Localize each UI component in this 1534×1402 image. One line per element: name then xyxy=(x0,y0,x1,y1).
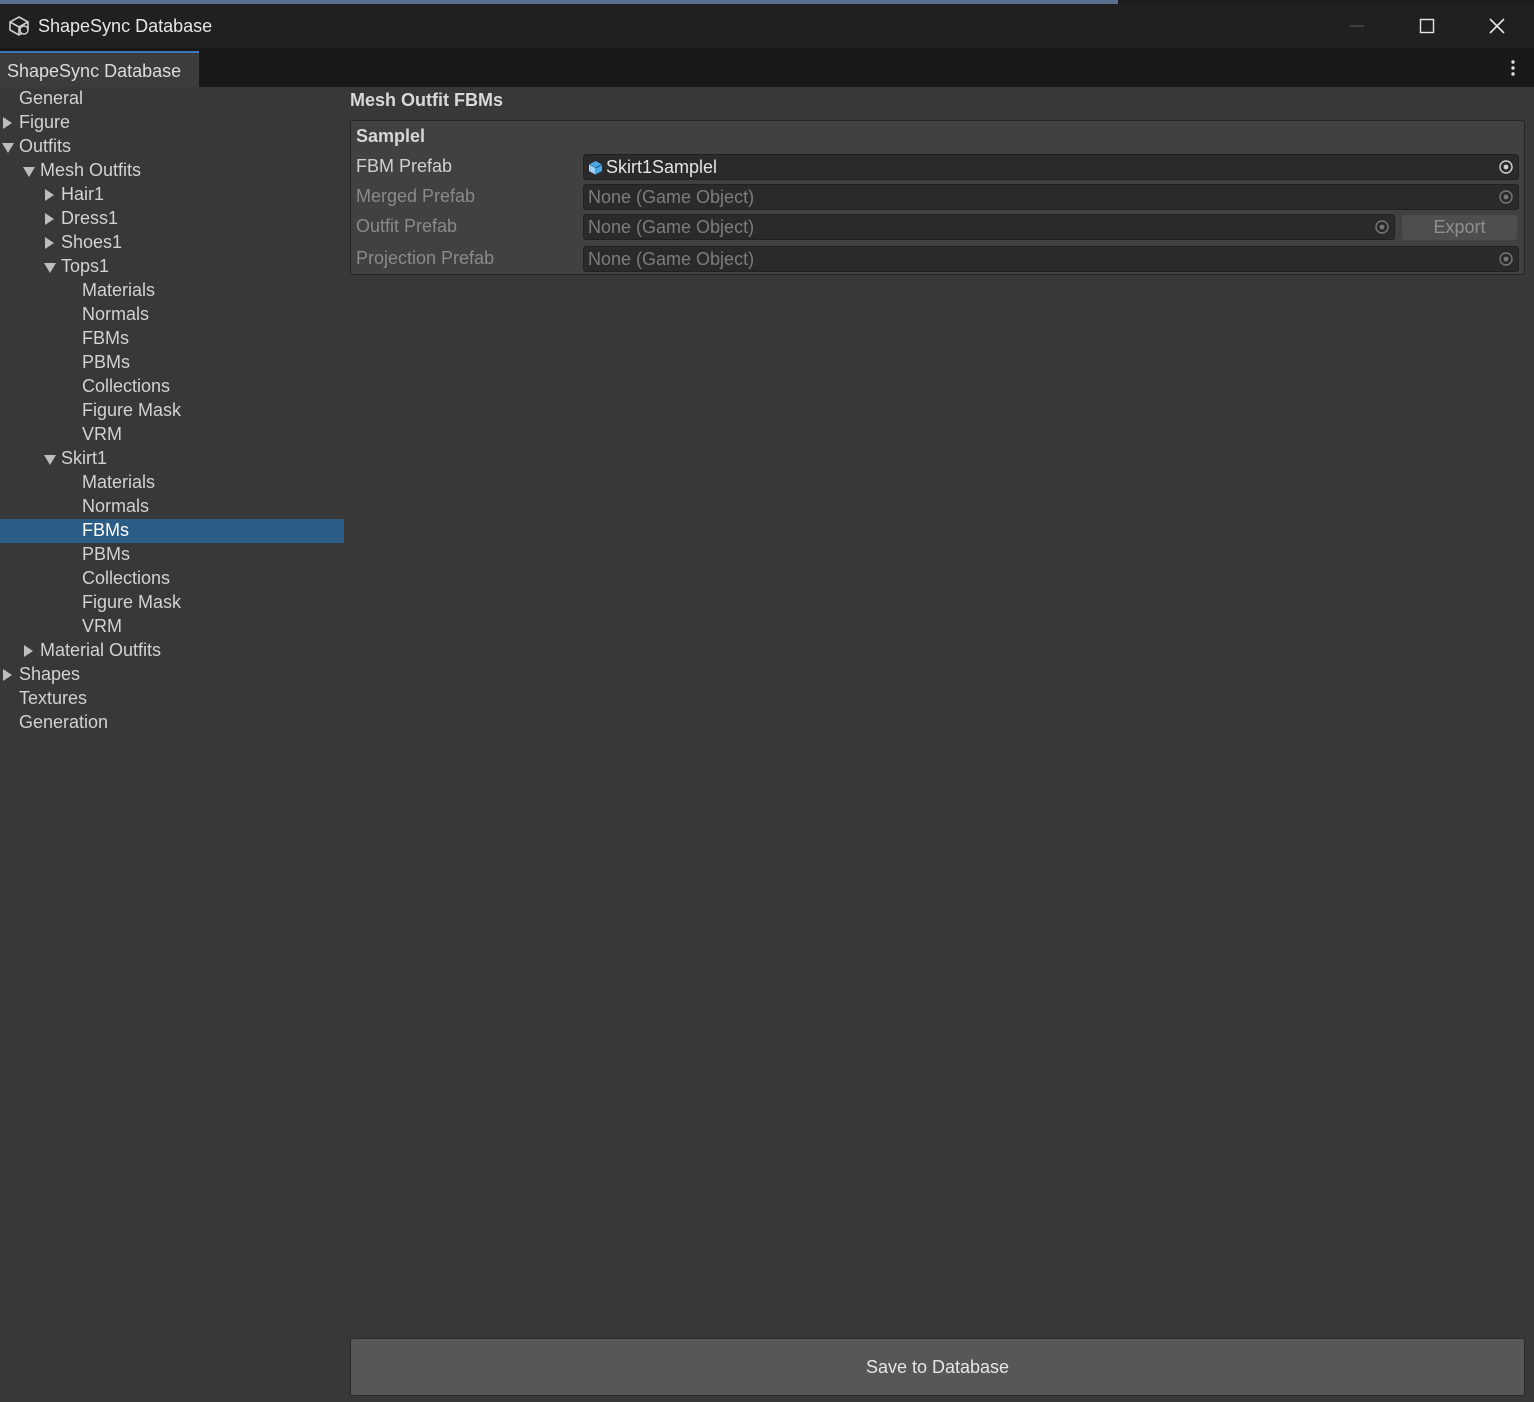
expand-arrow-icon[interactable] xyxy=(24,645,33,657)
fbm-prefab-label: FBM Prefab xyxy=(356,156,453,176)
sidebar-item-hair1[interactable]: Hair1 xyxy=(0,183,344,207)
collapse-arrow-icon[interactable] xyxy=(2,143,14,153)
sidebar-item-skirt1-figure-mask[interactable]: Figure Mask xyxy=(0,591,344,615)
sidebar-tree: General Figure Outfits Mesh Outfits Hair… xyxy=(0,87,344,1402)
outfit-prefab-value: None (Game Object) xyxy=(588,217,755,237)
sidebar-item-label: Outfits xyxy=(19,136,72,156)
sidebar-item-label: FBMs xyxy=(82,328,129,348)
sidebar-item-label: Collections xyxy=(82,376,171,396)
collapse-arrow-icon[interactable] xyxy=(44,263,56,273)
sidebar-item-label: Figure Mask xyxy=(82,400,182,420)
sidebar-item-tops1-collections[interactable]: Collections xyxy=(0,375,344,399)
sidebar-item-skirt1[interactable]: Skirt1 xyxy=(0,447,344,471)
sidebar-item-label: VRM xyxy=(82,616,122,636)
collapse-arrow-icon[interactable] xyxy=(44,455,56,465)
sidebar-item-material-outfits[interactable]: Material Outfits xyxy=(0,639,344,663)
expand-arrow-icon[interactable] xyxy=(45,213,54,225)
sidebar-item-tops1-figure-mask[interactable]: Figure Mask xyxy=(0,399,344,423)
title-bar[interactable]: ShapeSync Database xyxy=(0,4,1534,48)
projection-prefab-label: Projection Prefab xyxy=(356,248,495,268)
sidebar-item-label: Skirt1 xyxy=(61,448,108,468)
sidebar-item-label: Materials xyxy=(82,280,156,300)
sidebar-item-label: Shoes1 xyxy=(61,232,123,252)
sidebar-item-label: Shapes xyxy=(19,664,81,684)
sidebar-item-label: Mesh Outfits xyxy=(40,160,142,180)
fbm-prefab-value: Skirt1Samplel xyxy=(606,157,718,177)
unity-cube-icon xyxy=(9,16,29,36)
sidebar-item-skirt1-normals[interactable]: Normals xyxy=(0,495,344,519)
sidebar-item-label: PBMs xyxy=(82,544,131,564)
sidebar-item-label: FBMs xyxy=(82,520,129,540)
card-title: Samplel xyxy=(356,126,426,146)
sidebar-item-tops1-normals[interactable]: Normals xyxy=(0,303,344,327)
sidebar-item-label: General xyxy=(19,88,84,108)
sidebar-item-skirt1-fbms[interactable]: FBMs xyxy=(0,519,344,543)
sidebar-item-skirt1-materials[interactable]: Materials xyxy=(0,471,344,495)
fbm-prefab-field[interactable]: Skirt1Samplel xyxy=(583,154,1519,180)
maximize-button[interactable] xyxy=(1392,4,1462,48)
close-button[interactable] xyxy=(1462,4,1532,48)
save-to-database-button[interactable]: Save to Database xyxy=(350,1338,1525,1396)
sidebar-item-skirt1-vrm[interactable]: VRM xyxy=(0,615,344,639)
sidebar-item-shoes1[interactable]: Shoes1 xyxy=(0,231,344,255)
more-options-icon[interactable] xyxy=(1504,58,1522,78)
sidebar-item-tops1-vrm[interactable]: VRM xyxy=(0,423,344,447)
sidebar-item-label: Figure xyxy=(19,112,71,132)
sidebar-item-outfits[interactable]: Outfits xyxy=(0,135,344,159)
expand-arrow-icon[interactable] xyxy=(3,669,12,681)
sidebar-item-label: Tops1 xyxy=(61,256,110,276)
sidebar-item-label: PBMs xyxy=(82,352,131,372)
sidebar-item-label: Textures xyxy=(19,688,88,708)
sidebar-item-label: Figure Mask xyxy=(82,592,182,612)
object-picker-icon[interactable] xyxy=(1499,190,1513,204)
sidebar-item-label: Materials xyxy=(82,472,156,492)
sidebar-item-dress1[interactable]: Dress1 xyxy=(0,207,344,231)
sidebar-item-shapes[interactable]: Shapes xyxy=(0,663,344,687)
object-picker-icon[interactable] xyxy=(1375,220,1389,234)
expand-arrow-icon[interactable] xyxy=(45,189,54,201)
tab-shapesync-database[interactable]: ShapeSync Database xyxy=(0,51,199,87)
maximize-icon xyxy=(1419,18,1435,34)
outfit-prefab-field[interactable]: None (Game Object) xyxy=(583,214,1395,240)
outfit-prefab-label: Outfit Prefab xyxy=(356,216,458,236)
minimize-button[interactable] xyxy=(1322,4,1392,48)
object-picker-icon[interactable] xyxy=(1499,252,1513,266)
window-title: ShapeSync Database xyxy=(38,16,213,36)
sidebar-item-label: Generation xyxy=(19,712,109,732)
sidebar-item-tops1-fbms[interactable]: FBMs xyxy=(0,327,344,351)
object-picker-icon[interactable] xyxy=(1499,160,1513,174)
merged-prefab-value: None (Game Object) xyxy=(588,187,755,207)
sidebar-item-tops1[interactable]: Tops1 xyxy=(0,255,344,279)
collapse-arrow-icon[interactable] xyxy=(23,167,35,177)
tab-bar: ShapeSync Database xyxy=(0,48,1534,87)
sidebar-item-label: Normals xyxy=(82,496,150,516)
close-icon xyxy=(1489,18,1505,34)
expand-arrow-icon[interactable] xyxy=(45,237,54,249)
projection-prefab-value: None (Game Object) xyxy=(588,249,755,269)
sidebar-item-label: Hair1 xyxy=(61,184,105,204)
sidebar-item-mesh-outfits[interactable]: Mesh Outfits xyxy=(0,159,344,183)
expand-arrow-icon[interactable] xyxy=(3,117,12,129)
page-title: Mesh Outfit FBMs xyxy=(350,90,503,110)
sidebar-item-tops1-materials[interactable]: Materials xyxy=(0,279,344,303)
sidebar-item-tops1-pbms[interactable]: PBMs xyxy=(0,351,344,375)
minimize-icon xyxy=(1350,25,1364,27)
sidebar-item-label: Collections xyxy=(82,568,171,588)
sidebar-item-skirt1-pbms[interactable]: PBMs xyxy=(0,543,344,567)
sidebar-item-label: Material Outfits xyxy=(40,640,162,660)
sidebar-item-generation[interactable]: Generation xyxy=(0,711,344,735)
sidebar-item-label: VRM xyxy=(82,424,122,444)
sidebar-item-general[interactable]: General xyxy=(0,87,344,111)
merged-prefab-label: Merged Prefab xyxy=(356,186,476,206)
sidebar-item-textures[interactable]: Textures xyxy=(0,687,344,711)
sidebar-item-label: Normals xyxy=(82,304,150,324)
export-button[interactable]: Export xyxy=(1402,215,1517,240)
sidebar-item-skirt1-collections[interactable]: Collections xyxy=(0,567,344,591)
projection-prefab-field[interactable]: None (Game Object) xyxy=(583,246,1519,272)
merged-prefab-field[interactable]: None (Game Object) xyxy=(583,184,1519,210)
prefab-cube-icon xyxy=(588,161,603,175)
sidebar-item-figure[interactable]: Figure xyxy=(0,111,344,135)
sidebar-item-label: Dress1 xyxy=(61,208,119,228)
